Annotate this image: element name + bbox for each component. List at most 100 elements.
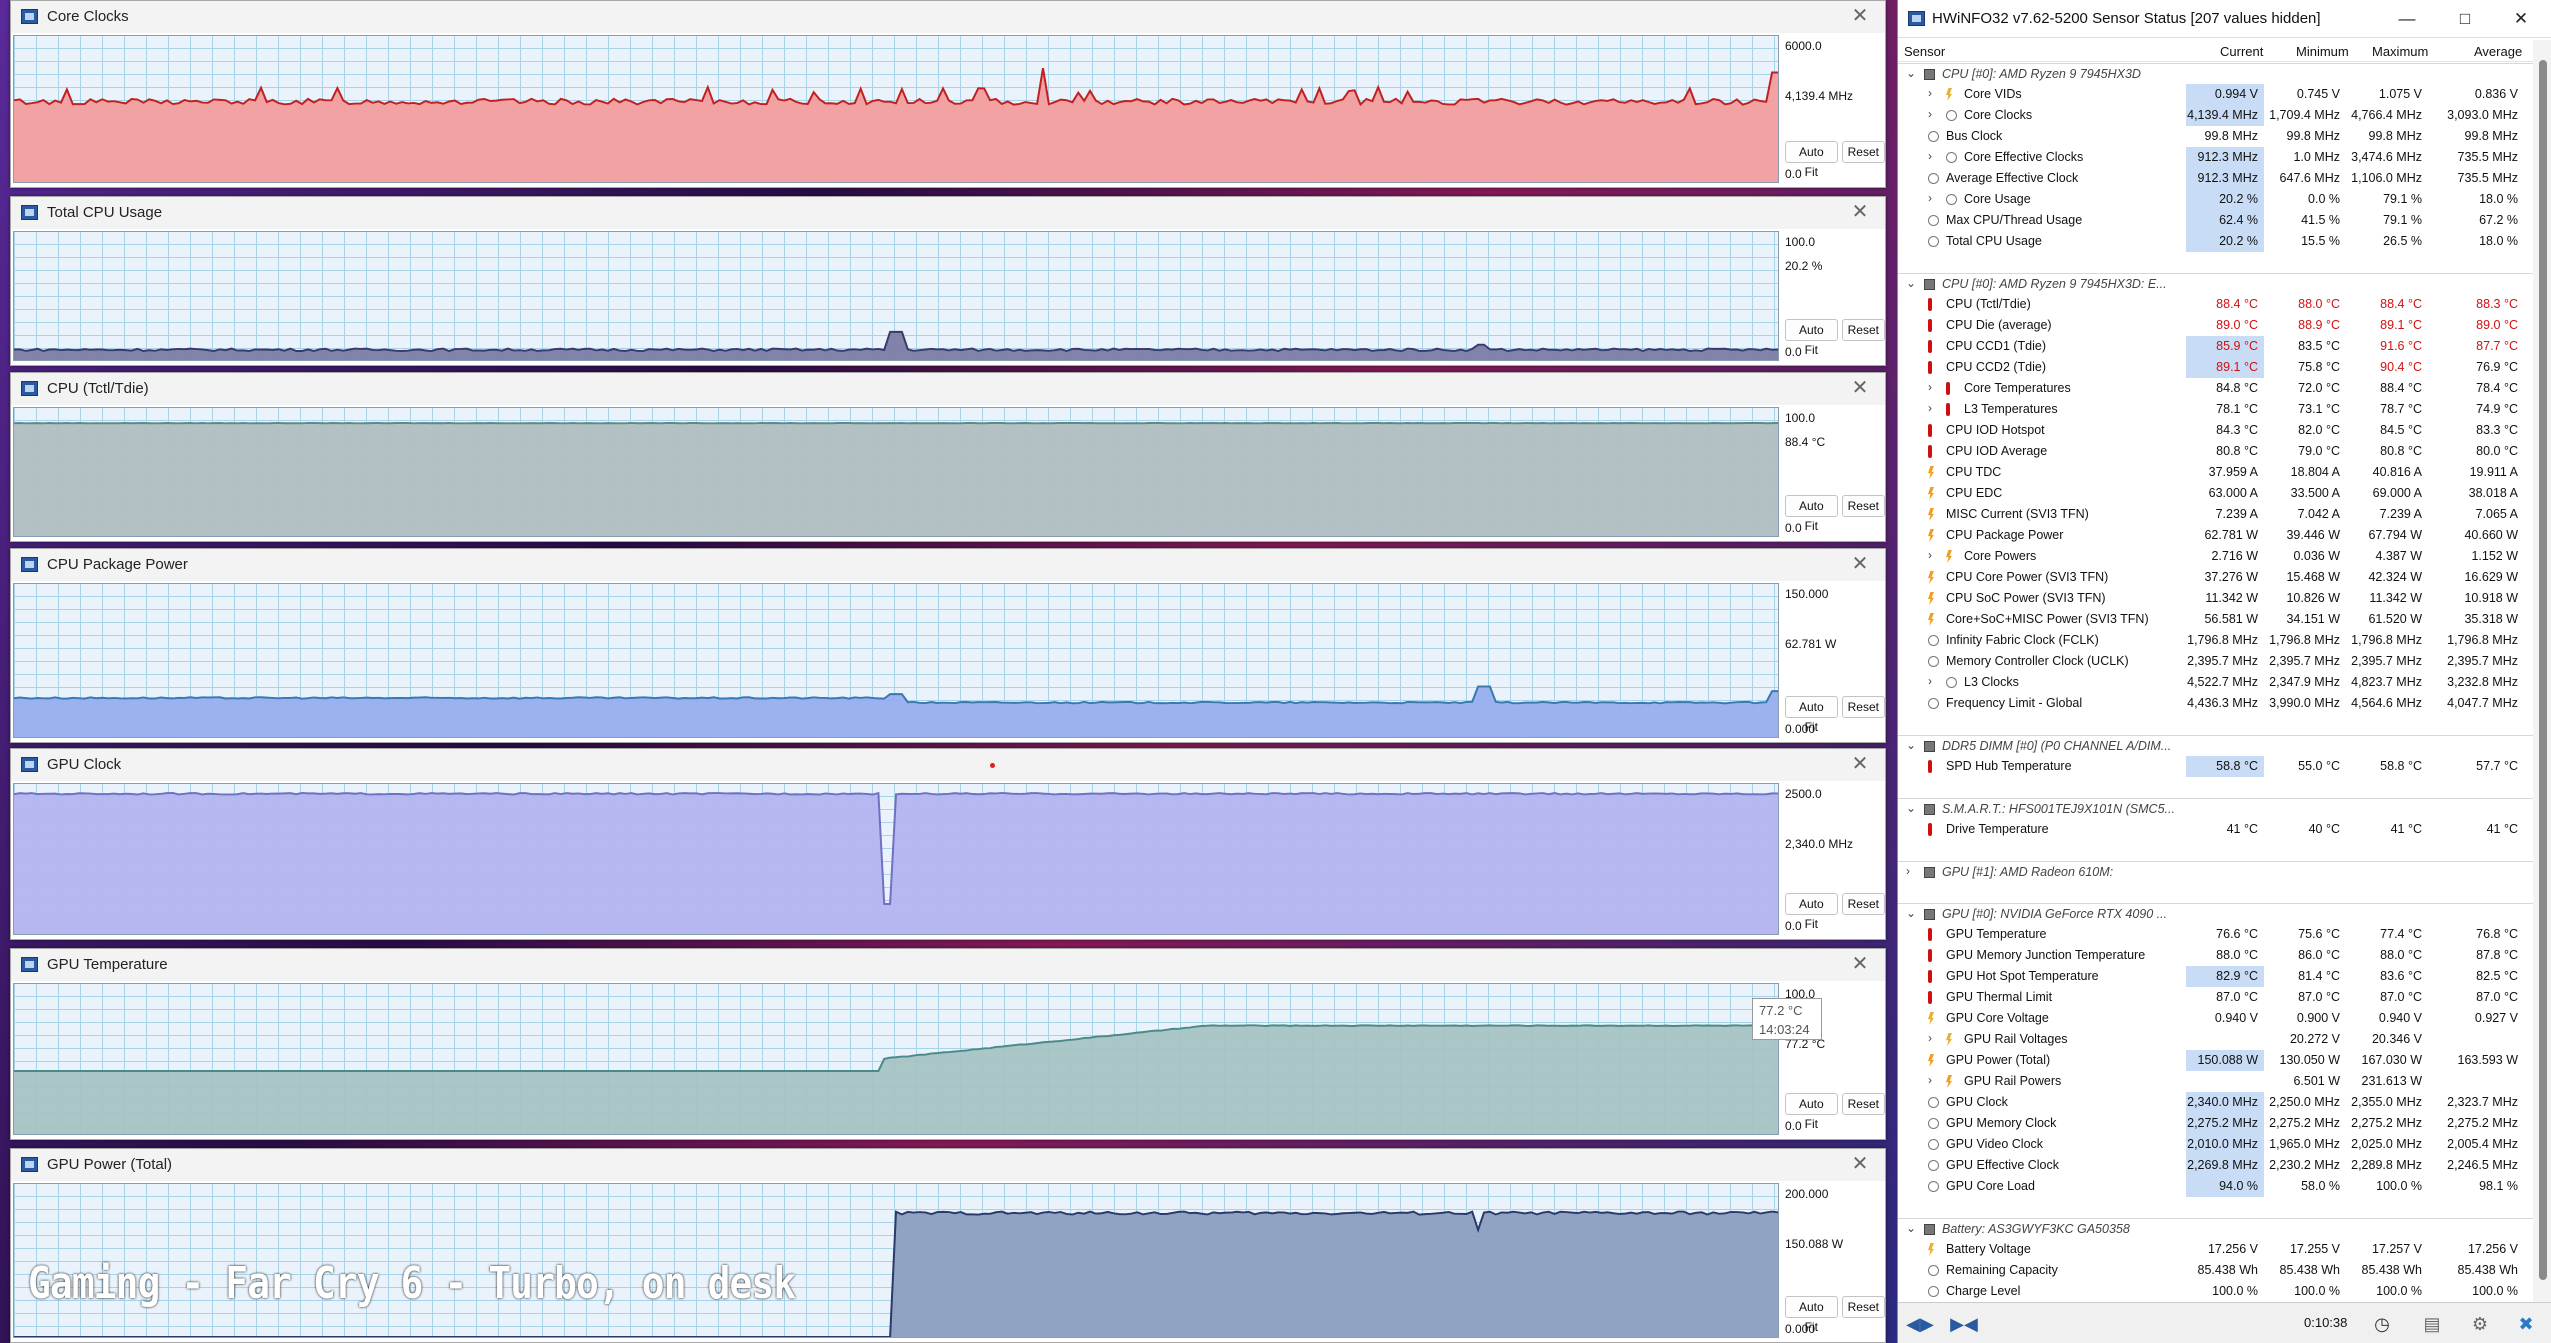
sensor-row[interactable]: › Core Temperatures 84.8 °C 72.0 °C 88.4 °C 7… (1898, 378, 2534, 399)
close-icon[interactable]: ✕ (1847, 551, 1873, 577)
scrollbar-thumb[interactable] (2539, 60, 2547, 1280)
sensor-row[interactable]: GPU Memory Junction Temperature 88.0 °C 86… (1898, 945, 2534, 966)
sensor-row[interactable]: Drive Temperature 41 °C 40 °C 41 °C 41 °C (1898, 819, 2534, 840)
report-icon[interactable]: ▤ (2414, 1311, 2450, 1337)
sensor-row[interactable]: Battery Voltage 17.256 V 17.255 V 17.257 V 1… (1898, 1239, 2534, 1260)
sensor-row[interactable]: › Core Clocks 4,139.4 MHz 1,709.4 MHz 4,766.… (1898, 105, 2534, 126)
column-maximum[interactable]: Maximum (2372, 44, 2428, 59)
sensor-row[interactable]: › GPU Rail Voltages 20.272 V 20.346 V (1898, 1029, 2534, 1050)
sensor-row[interactable]: MISC Current (SVI3 TFN) 7.239 A 7.042 A 7.2… (1898, 504, 2534, 525)
sensor-row[interactable]: SPD Hub Temperature 58.8 °C 55.0 °C 58.8 °C… (1898, 756, 2534, 777)
column-minimum[interactable]: Minimum (2296, 44, 2349, 59)
clock-icon[interactable]: ◷ (2364, 1311, 2400, 1337)
sensor-row[interactable]: CPU Die (average) 89.0 °C 88.9 °C 89.1 °C 89… (1898, 315, 2534, 336)
auto-fit-button[interactable]: Auto Fit (1785, 1093, 1838, 1131)
close-icon[interactable]: ✕ (1847, 1151, 1873, 1177)
chevron-down-icon[interactable]: ⌄ (1906, 801, 1916, 815)
sensor-row[interactable]: Max CPU/Thread Usage 62.4 % 41.5 % 79.1 % 67… (1898, 210, 2534, 231)
sensor-row[interactable]: CPU Core Power (SVI3 TFN) 37.276 W 15.468 … (1898, 567, 2534, 588)
sensor-row[interactable]: Average Effective Clock 912.3 MHz 647.6 MH… (1898, 168, 2534, 189)
sensor-row[interactable]: Charge Level 100.0 % 100.0 % 100.0 % 100.0 % (1898, 1281, 2534, 1301)
chevron-right-icon[interactable]: › (1928, 401, 1932, 415)
auto-fit-button[interactable]: Auto Fit (1785, 495, 1838, 533)
sensor-row[interactable]: Infinity Fabric Clock (FCLK) 1,796.8 MHz 1… (1898, 630, 2534, 651)
chevron-right-icon[interactable]: › (1928, 548, 1932, 562)
reset-button[interactable]: Reset (1841, 319, 1885, 341)
column-sensor[interactable]: Sensor (1904, 44, 1945, 59)
sensor-row[interactable]: GPU Hot Spot Temperature 82.9 °C 81.4 °C 83… (1898, 966, 2534, 987)
column-average[interactable]: Average (2474, 44, 2522, 59)
settings-gear-icon[interactable]: ⚙ (2462, 1311, 2498, 1337)
graph-plot[interactable] (13, 35, 1779, 183)
chevron-right-icon[interactable]: › (1928, 149, 1932, 163)
chevron-right-icon[interactable]: › (1928, 107, 1932, 121)
sensor-row[interactable]: CPU EDC 63.000 A 33.500 A 69.000 A 38.018 A (1898, 483, 2534, 504)
chevron-down-icon[interactable]: ⌄ (1906, 906, 1916, 920)
sensor-group[interactable]: ⌄ CPU [#0]: AMD Ryzen 9 7945HX3D: E... (1898, 273, 2534, 294)
chevron-right-icon[interactable]: › (1928, 380, 1932, 394)
close-icon[interactable]: ✕ (1847, 751, 1873, 777)
reset-button[interactable]: Reset (1841, 495, 1885, 517)
nav-forward-icon[interactable]: ▶◀ (1946, 1311, 1982, 1337)
sensor-row[interactable]: › Core Effective Clocks 912.3 MHz 1.0 MHz 3,… (1898, 147, 2534, 168)
sensor-group[interactable]: ⌄ CPU [#0]: AMD Ryzen 9 7945HX3D (1898, 63, 2534, 84)
close-icon[interactable]: ✕ (2498, 4, 2544, 34)
graph-plot[interactable] (13, 783, 1779, 935)
sensor-row[interactable]: Remaining Capacity 85.438 Wh 85.438 Wh 85.4… (1898, 1260, 2534, 1281)
close-icon[interactable]: ✕ (1847, 375, 1873, 401)
sensor-row[interactable]: GPU Memory Clock 2,275.2 MHz 2,275.2 MHz 2,… (1898, 1113, 2534, 1134)
chevron-right-icon[interactable]: › (1928, 1031, 1932, 1045)
auto-fit-button[interactable]: Auto Fit (1785, 696, 1838, 734)
chevron-right-icon[interactable]: › (1928, 674, 1932, 688)
chevron-right-icon[interactable]: › (1928, 86, 1932, 100)
graph-plot[interactable] (13, 407, 1779, 537)
chevron-down-icon[interactable]: ⌄ (1906, 1221, 1916, 1235)
sensor-row[interactable]: GPU Power (Total) 150.088 W 130.050 W 167.0… (1898, 1050, 2534, 1071)
sensor-row[interactable]: Total CPU Usage 20.2 % 15.5 % 26.5 % 18.0 % (1898, 231, 2534, 252)
chevron-down-icon[interactable]: ⌄ (1906, 276, 1916, 290)
exit-icon[interactable]: ✖ (2508, 1311, 2544, 1337)
sensor-group[interactable]: › GPU [#1]: AMD Radeon 610M: (1898, 861, 2534, 882)
sensor-group[interactable]: ⌄ DDR5 DIMM [#0] (P0 CHANNEL A/DIM... (1898, 735, 2534, 756)
chevron-right-icon[interactable]: › (1906, 864, 1910, 878)
sensor-row[interactable]: CPU CCD1 (Tdie) 85.9 °C 83.5 °C 91.6 °C 87.7… (1898, 336, 2534, 357)
sensor-row[interactable]: GPU Video Clock 2,010.0 MHz 1,965.0 MHz 2,0… (1898, 1134, 2534, 1155)
sensor-group[interactable]: ⌄ GPU [#0]: NVIDIA GeForce RTX 4090 ... (1898, 903, 2534, 924)
graph-plot[interactable] (13, 983, 1779, 1135)
reset-button[interactable]: Reset (1841, 1093, 1885, 1115)
sensor-row[interactable]: CPU TDC 37.959 A 18.804 A 40.816 A 19.911 A (1898, 462, 2534, 483)
sensor-group[interactable]: ⌄ Battery: AS3GWYF3KC GA50358 (1898, 1218, 2534, 1239)
minimize-icon[interactable]: — (2384, 4, 2430, 34)
sensor-row[interactable]: › GPU Rail Powers 6.501 W 231.613 W (1898, 1071, 2534, 1092)
scrollbar[interactable] (2533, 40, 2551, 1302)
chevron-down-icon[interactable]: ⌄ (1906, 738, 1916, 752)
auto-fit-button[interactable]: Auto Fit (1785, 141, 1838, 179)
sensor-row[interactable]: GPU Core Voltage 0.940 V 0.900 V 0.940 V 0.9… (1898, 1008, 2534, 1029)
auto-fit-button[interactable]: Auto Fit (1785, 1296, 1838, 1334)
reset-button[interactable]: Reset (1841, 1296, 1885, 1318)
chevron-right-icon[interactable]: › (1928, 191, 1932, 205)
sensor-row[interactable]: Bus Clock 99.8 MHz 99.8 MHz 99.8 MHz 99.8 MH… (1898, 126, 2534, 147)
chevron-down-icon[interactable]: ⌄ (1906, 66, 1916, 80)
sensor-row[interactable]: GPU Effective Clock 2,269.8 MHz 2,230.2 MH… (1898, 1155, 2534, 1176)
close-icon[interactable]: ✕ (1847, 199, 1873, 225)
close-icon[interactable]: ✕ (1847, 3, 1873, 29)
sensor-row[interactable]: GPU Core Load 94.0 % 58.0 % 100.0 % 98.1 % (1898, 1176, 2534, 1197)
auto-fit-button[interactable]: Auto Fit (1785, 893, 1838, 931)
graph-plot[interactable] (13, 583, 1779, 738)
sensor-row[interactable]: CPU Package Power 62.781 W 39.446 W 67.794 … (1898, 525, 2534, 546)
sensor-row[interactable]: Memory Controller Clock (UCLK) 2,395.7 MH… (1898, 651, 2534, 672)
sensor-row[interactable]: › L3 Clocks 4,522.7 MHz 2,347.9 MHz 4,823.7 … (1898, 672, 2534, 693)
reset-button[interactable]: Reset (1841, 696, 1885, 718)
close-icon[interactable]: ✕ (1847, 951, 1873, 977)
sensor-row[interactable]: Core+SoC+MISC Power (SVI3 TFN) 56.581 W 34… (1898, 609, 2534, 630)
nav-back-icon[interactable]: ◀▶ (1902, 1311, 1938, 1337)
column-current[interactable]: Current (2220, 44, 2263, 59)
sensor-group[interactable]: ⌄ S.M.A.R.T.: HFS001TEJ9X101N (SMC5... (1898, 798, 2534, 819)
maximize-icon[interactable]: □ (2442, 4, 2488, 34)
sensor-row[interactable]: › L3 Temperatures 78.1 °C 73.1 °C 78.7 °C 74.… (1898, 399, 2534, 420)
sensor-row[interactable]: Frequency Limit - Global 4,436.3 MHz 3,990… (1898, 693, 2534, 714)
reset-button[interactable]: Reset (1841, 141, 1885, 163)
sensor-row[interactable]: CPU (Tctl/Tdie) 88.4 °C 88.0 °C 88.4 °C 88.3… (1898, 294, 2534, 315)
sensor-row[interactable]: GPU Temperature 76.6 °C 75.6 °C 77.4 °C 76.8… (1898, 924, 2534, 945)
